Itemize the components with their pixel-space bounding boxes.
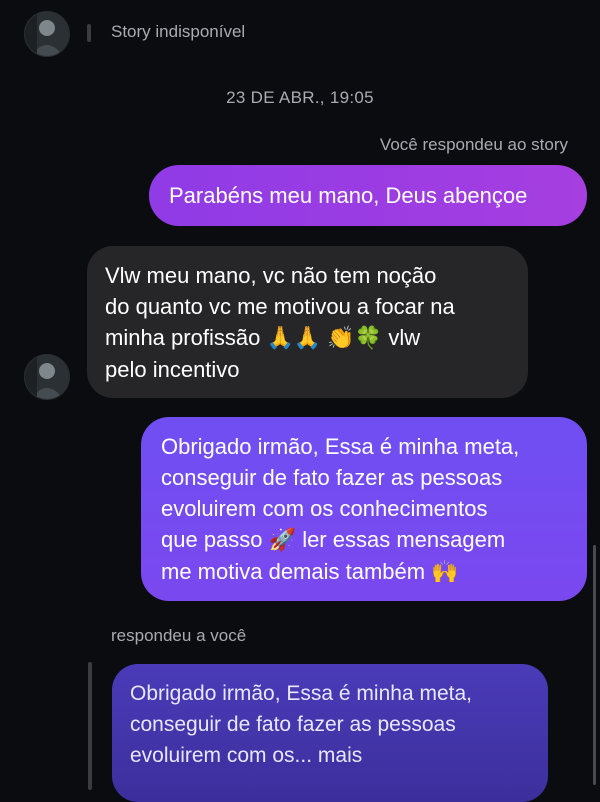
message-line-with-emojis: minha profissão 🙏🙏 👏🍀 vlw	[105, 322, 510, 354]
message-text: Parabéns meu mano, Deus abençoe	[169, 183, 528, 208]
message-line: pelo incentivo	[105, 357, 240, 382]
message-line: que passo	[161, 527, 263, 552]
sent-message-bubble[interactable]: Obrigado irmão, Essa é minha meta, conse…	[141, 417, 587, 601]
date-separator: 23 DE ABR., 19:05	[226, 88, 374, 107]
message-line: Obrigado irmão, Essa é minha meta,	[161, 434, 520, 459]
message-line: Vlw meu mano, vc não tem noção	[105, 263, 437, 288]
quote-indicator-bar	[88, 662, 92, 790]
quoted-message-bubble[interactable]: Obrigado irmão, Essa é minha meta, conse…	[112, 664, 548, 802]
quoted-line: evoluirem com os... mais	[130, 744, 363, 767]
message-line: evoluirem com os conhecimentos	[161, 496, 488, 521]
raising-hands-icon: 🙌	[431, 560, 459, 585]
sent-message-bubble[interactable]: Parabéns meu mano, Deus abençoe	[149, 165, 587, 226]
story-unavailable-text: Story indisponível	[111, 22, 246, 41]
avatar[interactable]	[24, 11, 70, 57]
user-avatar-icon	[25, 12, 69, 56]
message-trailing-word: vlw	[388, 325, 421, 350]
message-line-with-emoji: que passo 🚀 ler essas mensagem	[161, 524, 567, 556]
clapping-hands-icon: 👏	[327, 326, 355, 351]
message-line-with-emoji: me motiva demais também 🙌	[161, 556, 567, 588]
avatar[interactable]	[24, 354, 70, 400]
quoted-line: Obrigado irmão, Essa é minha meta,	[130, 682, 472, 705]
quoted-line: conseguir de fato fazer as pessoas	[130, 713, 456, 736]
user-avatar-icon	[25, 355, 69, 399]
four-leaf-clover-icon: 🍀	[354, 326, 383, 351]
rocket-icon: 🚀	[268, 528, 297, 553]
folded-hands-icon: 🙏	[266, 326, 294, 351]
folded-hands-icon: 🙏	[293, 326, 322, 351]
message-line: me motiva demais também	[161, 559, 426, 584]
message-line: conseguir de fato fazer as pessoas	[161, 465, 503, 490]
reply-to-you-label: respondeu a você	[111, 626, 247, 645]
message-line: minha profissão	[105, 325, 261, 350]
message-line: do quanto vc me motivou a focar na	[105, 294, 455, 319]
received-message-bubble[interactable]: Vlw meu mano, vc não tem noção do quanto…	[87, 246, 528, 398]
scrollbar[interactable]	[593, 545, 596, 785]
story-reply-label: Você respondeu ao story	[379, 135, 568, 154]
message-line: ler essas mensagem	[302, 527, 506, 552]
story-indicator-bar	[87, 24, 91, 42]
